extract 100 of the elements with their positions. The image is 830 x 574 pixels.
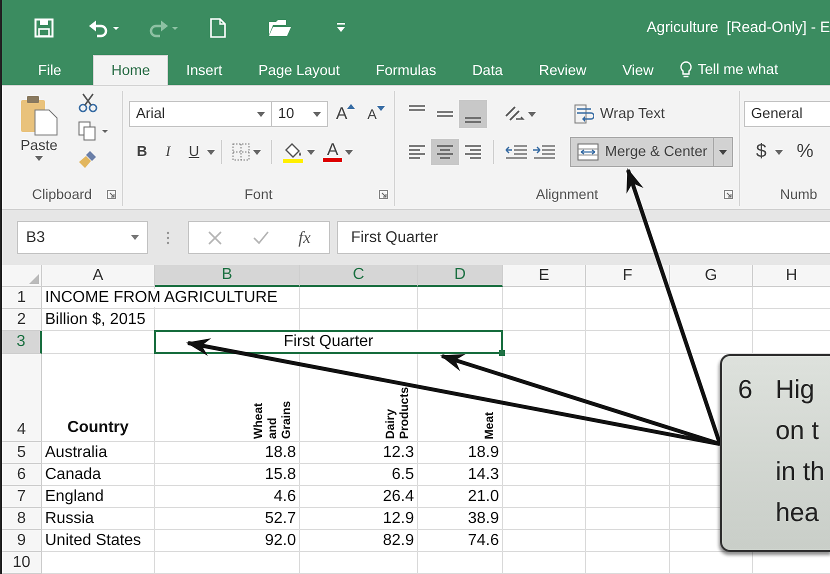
formula-field[interactable]: First Quarter <box>337 221 830 254</box>
cell-text: Australia <box>45 444 108 462</box>
window-title: Agriculture [Read-Only] - E <box>646 19 830 36</box>
cell-text: 92.0 <box>264 532 296 550</box>
align-center-button[interactable] <box>431 139 459 165</box>
row-header[interactable]: 5 <box>2 442 42 464</box>
fill-handle-icon[interactable] <box>499 350 505 356</box>
undo-icon[interactable] <box>88 18 120 38</box>
column-header[interactable]: D <box>418 265 503 287</box>
caret-icon[interactable] <box>719 150 728 154</box>
row-header[interactable]: 7 <box>2 486 42 508</box>
caret-icon[interactable] <box>774 150 783 154</box>
lightbulb-icon[interactable] <box>680 61 692 79</box>
caret-icon[interactable] <box>131 235 139 240</box>
caret-icon[interactable] <box>376 106 385 111</box>
row-header[interactable]: 1 <box>2 287 42 309</box>
merge-center-button[interactable]: Merge & Center <box>570 137 714 167</box>
paintbrush-icon[interactable] <box>78 149 98 169</box>
cell-text: United States <box>45 532 142 550</box>
cell-text: Dairy Products <box>383 386 411 439</box>
ribbon-tab[interactable]: File <box>20 55 80 85</box>
grip-dots-icon <box>166 230 170 244</box>
cell-text: Country <box>67 419 129 437</box>
dialog-launcher-icon[interactable] <box>379 190 388 198</box>
insert-function-button[interactable]: fx <box>298 228 311 248</box>
column-header[interactable]: G <box>670 265 753 287</box>
cell-text: 15.8 <box>264 466 296 484</box>
paint-bucket-icon <box>282 141 304 163</box>
caret-icon[interactable] <box>313 112 321 116</box>
ribbon-tab[interactable]: Data <box>454 55 521 85</box>
caret-icon[interactable] <box>528 112 536 116</box>
caret-icon[interactable] <box>253 150 261 154</box>
group-label: Numb <box>780 186 818 202</box>
scissors-icon[interactable] <box>78 93 98 113</box>
selected-cell[interactable]: First Quarter <box>154 330 503 354</box>
ribbon-tab[interactable]: Insert <box>168 55 240 85</box>
cell-text: 21.0 <box>468 488 499 506</box>
row-header[interactable]: 6 <box>2 464 42 486</box>
save-icon[interactable] <box>34 18 54 38</box>
underline-button[interactable]: U <box>181 141 207 163</box>
row-header[interactable]: 2 <box>2 309 42 331</box>
group-label: Alignment <box>536 186 598 202</box>
caret-icon[interactable] <box>345 150 354 154</box>
cell-text: Meat <box>482 412 496 439</box>
column-header[interactable]: H <box>753 265 830 287</box>
row-header[interactable]: 9 <box>2 530 42 552</box>
column-header[interactable]: F <box>586 265 670 287</box>
row-header[interactable]: 8 <box>2 508 42 530</box>
grow-font-button[interactable]: A <box>332 101 360 127</box>
name-box[interactable]: B3 <box>17 221 148 254</box>
ribbon-tab[interactable]: Review <box>520 55 604 85</box>
ribbon-tab[interactable]: View <box>604 55 672 85</box>
number-format-field[interactable]: General <box>744 101 830 127</box>
folder-icon[interactable] <box>268 18 292 38</box>
row-header[interactable]: 4 <box>2 354 42 442</box>
cell-text: 18.9 <box>468 444 499 462</box>
caret-icon[interactable] <box>257 112 265 116</box>
column-header[interactable]: E <box>503 265 586 287</box>
shrink-font-button[interactable]: A <box>363 103 389 125</box>
ribbon-tab[interactable]: Page Layout <box>240 55 358 85</box>
group-label: Font <box>244 186 272 202</box>
ribbon-tab[interactable]: Home <box>93 55 168 85</box>
caret-icon[interactable] <box>207 150 215 154</box>
percent-button[interactable]: % <box>792 138 818 166</box>
font-color-button[interactable]: A <box>319 139 358 165</box>
dialog-launcher-icon[interactable] <box>107 190 116 198</box>
row-header[interactable]: 3 <box>2 331 42 354</box>
dialog-launcher-icon[interactable] <box>724 190 733 198</box>
column-header[interactable]: C <box>300 265 418 287</box>
bold-button[interactable]: B <box>129 141 155 163</box>
merge-options-button[interactable] <box>714 137 734 167</box>
cell-text: 4.6 <box>274 488 296 506</box>
caret-icon[interactable] <box>347 104 356 109</box>
cell-text: 12.9 <box>382 510 414 528</box>
customize-icon[interactable] <box>336 22 346 34</box>
currency-button[interactable]: $ <box>752 138 787 166</box>
ribbon-tab[interactable]: Formulas <box>358 55 454 85</box>
cell-text: 82.9 <box>382 532 414 550</box>
cell-text: Wheat and Grains <box>251 400 293 439</box>
column-header[interactable]: B <box>155 265 300 287</box>
cell-text: 12.3 <box>382 444 414 462</box>
cell-text: 6.5 <box>392 466 414 484</box>
copy-icon[interactable] <box>78 121 110 141</box>
italic-button[interactable]: I <box>155 140 181 164</box>
font-name-field[interactable]: Arial <box>129 101 272 127</box>
row-header[interactable]: 10 <box>2 552 42 574</box>
align-bottom-button[interactable] <box>459 100 487 128</box>
cell-text: England <box>45 488 104 506</box>
cell-text: 52.7 <box>264 510 296 528</box>
cell-text: 18.8 <box>264 444 296 462</box>
wrap-text-button[interactable]: Wrap Text <box>570 101 669 127</box>
caret-icon[interactable] <box>35 156 43 161</box>
new-document-icon[interactable] <box>210 18 226 38</box>
align-lines-icon <box>436 111 454 117</box>
paste-button[interactable]: Paste <box>14 91 64 182</box>
cell-text: Billion $, 2015 <box>45 310 146 328</box>
caret-icon[interactable] <box>307 150 315 154</box>
column-header[interactable]: A <box>42 265 155 287</box>
font-size-field[interactable]: 10 <box>272 101 328 127</box>
tell-me-field[interactable]: Tell me what <box>698 62 778 78</box>
